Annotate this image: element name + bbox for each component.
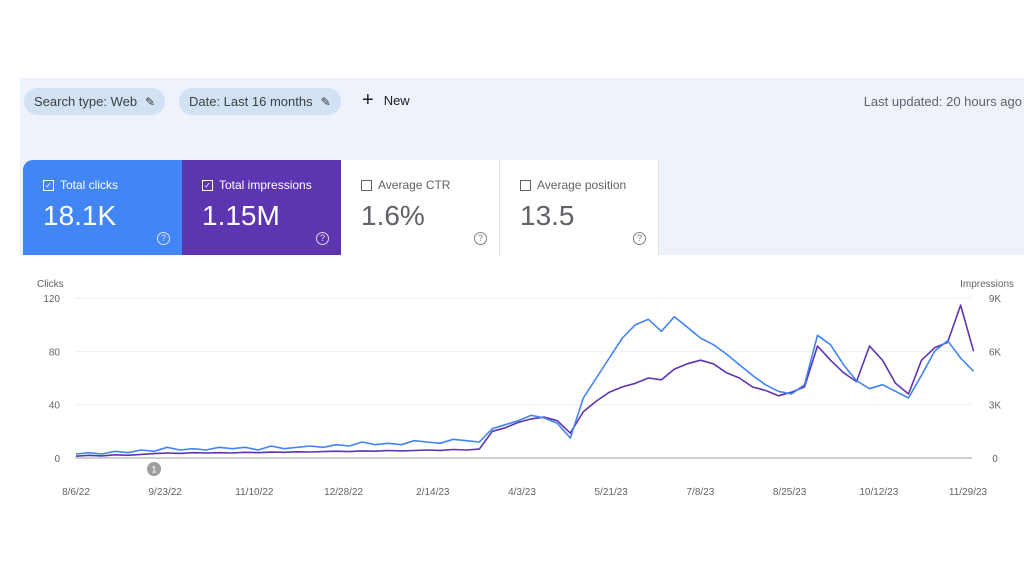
metric-card-average-ctr[interactable]: Average CTR 1.6% ? [341, 160, 500, 255]
metric-value: 1.6% [361, 200, 425, 231]
checkbox-unchecked-icon[interactable] [361, 179, 372, 191]
annotation-label: 1 [152, 465, 157, 475]
metric-value: 1.15M [202, 200, 280, 231]
metric-value: 18.1K [43, 200, 117, 231]
x-tick-label: 8/25/23 [773, 487, 807, 498]
metric-label: Total impressions [219, 178, 312, 192]
metric-label: Total clicks [60, 178, 119, 192]
metric-card-total-clicks[interactable]: ✓ Total clicks 18.1K ? [23, 160, 182, 255]
left-tick-label: 40 [49, 401, 61, 412]
search-type-label: Search type: Web [34, 94, 138, 109]
help-icon[interactable]: ? [633, 232, 646, 245]
chart-svg: Clicks Impressions 0 0 40 3K 80 6K 120 9K 8/6/22… [37, 279, 1014, 498]
x-tick-label: 2/14/23 [416, 487, 450, 498]
date-filter-chip[interactable]: Date: Last 16 months ✎ [179, 88, 341, 115]
x-tick-label: 12/28/22 [324, 487, 363, 498]
pencil-icon: ✎ [145, 94, 156, 109]
x-tick-label: 10/12/23 [859, 487, 898, 498]
right-tick-label: 3K [989, 401, 1002, 412]
metric-value: 13.5 [520, 200, 575, 231]
x-tick-label: 11/10/22 [235, 487, 274, 498]
new-label: New [383, 92, 410, 108]
left-tick-label: 80 [49, 347, 61, 358]
series-line-clicks [75, 315, 975, 455]
help-icon[interactable]: ? [157, 232, 170, 245]
pencil-icon: ✎ [320, 94, 331, 109]
checkbox-checked-icon[interactable]: ✓ [202, 179, 213, 191]
x-tick-label: 9/23/22 [149, 487, 183, 498]
x-tick-label: 4/3/23 [508, 487, 536, 498]
right-axis-label: Impressions [960, 279, 1014, 290]
x-tick-label: 7/8/23 [686, 487, 714, 498]
metric-card-average-position[interactable]: Average position 13.5 ? [500, 160, 659, 255]
metric-card-total-impressions[interactable]: ✓ Total impressions 1.15M ? [182, 160, 341, 255]
help-icon[interactable]: ? [474, 232, 487, 245]
series-line-impressions [75, 304, 975, 457]
left-tick-label: 120 [43, 294, 60, 305]
metric-label: Average CTR [378, 178, 451, 192]
last-updated: Last updated: 20 hours ago [863, 94, 1022, 109]
plus-icon: + [362, 89, 374, 111]
x-tick-label: 5/21/23 [595, 487, 629, 498]
x-tick-label: 11/29/23 [949, 487, 988, 498]
right-tick-label: 6K [989, 347, 1002, 358]
help-icon[interactable]: ? [316, 232, 329, 245]
x-tick-label: 8/6/22 [62, 487, 90, 498]
checkbox-checked-icon[interactable]: ✓ [43, 179, 54, 191]
left-axis-label: Clicks [37, 279, 64, 290]
right-tick-label: 0 [992, 454, 998, 465]
metric-label: Average position [537, 178, 627, 192]
checkbox-unchecked-icon[interactable] [520, 179, 531, 191]
date-label: Date: Last 16 months [189, 94, 313, 109]
right-tick-label: 9K [989, 294, 1002, 305]
left-tick-label: 0 [54, 454, 60, 465]
search-type-filter-chip[interactable]: Search type: Web ✎ [24, 88, 166, 115]
performance-chart: Clicks Impressions 0 0 40 3K 80 6K 120 9K 8/6/22… [20, 255, 1024, 510]
new-filter-button[interactable]: + New [362, 89, 410, 111]
